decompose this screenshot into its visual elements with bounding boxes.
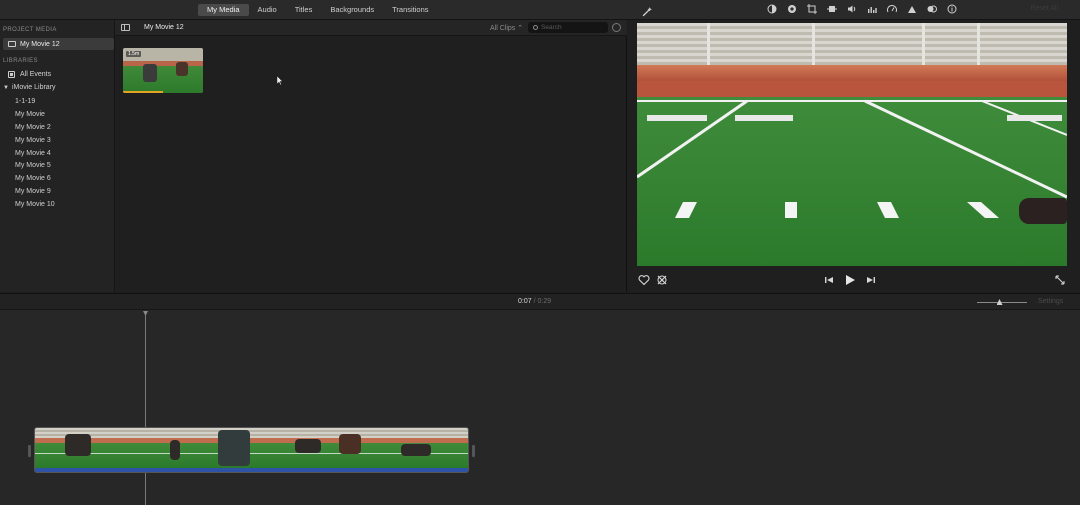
player-foot bbox=[1019, 198, 1067, 224]
tab-backgrounds[interactable]: Backgrounds bbox=[321, 4, 383, 16]
imovie-window: My Media Audio Titles Backgrounds Transi… bbox=[0, 0, 1080, 505]
magic-wand-icon[interactable] bbox=[642, 4, 653, 17]
used-in-project-marker bbox=[123, 91, 163, 93]
event-list: 1-1-19 My Movie My Movie 2 My Movie 3 My… bbox=[15, 96, 55, 212]
media-clip-thumbnail[interactable]: 1.5m bbox=[123, 48, 203, 93]
thumbnail-figure bbox=[143, 64, 157, 82]
sidebar-item-project[interactable]: My Movie 12 bbox=[3, 38, 114, 50]
zoom-slider[interactable] bbox=[977, 302, 1027, 303]
stabilization-icon[interactable] bbox=[826, 3, 837, 14]
sidebar-item-library[interactable]: ▼ iMovie Library bbox=[3, 84, 56, 91]
current-time: 0:07 bbox=[518, 298, 532, 305]
time-separator: / bbox=[533, 298, 536, 305]
tab-titles[interactable]: Titles bbox=[286, 4, 322, 16]
skip-back-icon[interactable] bbox=[823, 273, 835, 285]
sidebar-item-event[interactable]: My Movie 10 bbox=[15, 199, 55, 212]
timeline-settings-button[interactable]: Settings bbox=[1038, 298, 1063, 305]
sidebar-item-event[interactable]: My Movie 5 bbox=[15, 160, 55, 173]
reject-icon[interactable] bbox=[656, 273, 668, 285]
clip-frame bbox=[35, 428, 108, 468]
clip-filter-icon[interactable] bbox=[926, 3, 937, 14]
sidebar-toggle-icon[interactable] bbox=[121, 24, 130, 31]
timeline-video-clip[interactable] bbox=[34, 427, 469, 473]
noise-reduction-icon[interactable] bbox=[906, 3, 917, 14]
timecode-readout: 0:07 / 0:29 bbox=[518, 298, 551, 305]
video-preview[interactable] bbox=[637, 23, 1067, 266]
clip-frame bbox=[181, 428, 253, 468]
clip-frame bbox=[325, 428, 397, 468]
speed-icon[interactable] bbox=[886, 3, 897, 14]
clip-frame bbox=[253, 428, 325, 468]
fullscreen-icon[interactable] bbox=[1054, 273, 1066, 285]
crop-icon[interactable] bbox=[806, 3, 817, 14]
clips-filter-dropdown[interactable]: All Clips ⌃ bbox=[490, 24, 523, 32]
browser-settings-icon[interactable] bbox=[612, 23, 621, 32]
stadium-stands bbox=[637, 23, 1067, 65]
sidebar-item-event[interactable]: My Movie 9 bbox=[15, 186, 55, 199]
sidebar-item-event[interactable]: My Movie 6 bbox=[15, 173, 55, 186]
clip-trim-handle-right[interactable] bbox=[472, 445, 475, 457]
libraries-heading: LIBRARIES bbox=[3, 58, 38, 64]
star-icon bbox=[8, 71, 15, 78]
browser-header: My Movie 12 All Clips ⌃ bbox=[115, 20, 627, 36]
top-toolbar: My Media Audio Titles Backgrounds Transi… bbox=[0, 0, 1080, 20]
search-field[interactable] bbox=[528, 22, 608, 33]
sidebar-item-event[interactable]: 1-1-19 bbox=[15, 96, 55, 109]
skimmer-playhead[interactable] bbox=[145, 311, 146, 505]
play-button[interactable] bbox=[844, 273, 856, 285]
volume-icon[interactable] bbox=[846, 3, 857, 14]
tab-audio[interactable]: Audio bbox=[249, 4, 286, 16]
favorite-heart-icon[interactable] bbox=[638, 273, 650, 286]
color-balance-icon[interactable] bbox=[766, 3, 777, 14]
sidebar-item-event[interactable]: My Movie bbox=[15, 109, 55, 122]
clip-duration-badge: 1.5m bbox=[126, 51, 142, 57]
library-label: iMovie Library bbox=[11, 84, 56, 91]
film-icon bbox=[8, 41, 16, 47]
all-events-label: All Events bbox=[20, 71, 52, 78]
color-correction-icon[interactable] bbox=[786, 3, 797, 14]
clip-frame bbox=[397, 428, 468, 468]
thumbnail-figure bbox=[176, 62, 188, 76]
libraries-sidebar: PROJECT MEDIA My Movie 12 LIBRARIES All … bbox=[0, 20, 115, 292]
total-time: 0:29 bbox=[537, 298, 552, 305]
sidebar-item-event[interactable]: My Movie 4 bbox=[15, 148, 55, 161]
mouse-pointer-icon bbox=[277, 76, 283, 85]
media-browser: My Movie 12 All Clips ⌃ 1.5m bbox=[115, 20, 627, 292]
video-viewer bbox=[628, 20, 1080, 292]
media-tabs: My Media Audio Titles Backgrounds Transi… bbox=[198, 4, 438, 16]
audio-waveform-track[interactable] bbox=[35, 468, 468, 472]
project-media-heading: PROJECT MEDIA bbox=[3, 27, 57, 33]
equalizer-icon[interactable] bbox=[866, 3, 877, 14]
sidebar-item-all-events[interactable]: All Events bbox=[8, 71, 51, 78]
browser-title: My Movie 12 bbox=[144, 24, 184, 31]
adjustment-tools bbox=[766, 3, 957, 14]
sidebar-item-event[interactable]: My Movie 2 bbox=[15, 122, 55, 135]
clip-frame bbox=[108, 428, 181, 468]
search-input[interactable] bbox=[541, 24, 601, 31]
tab-my-media[interactable]: My Media bbox=[198, 4, 249, 16]
field-markings bbox=[637, 99, 1067, 218]
project-timeline: 0:07 / 0:29 Settings bbox=[0, 293, 1080, 505]
tab-transitions[interactable]: Transitions bbox=[383, 4, 437, 16]
sidebar-item-event[interactable]: My Movie 3 bbox=[15, 135, 55, 148]
reset-all-button[interactable]: Reset All bbox=[1030, 5, 1058, 12]
project-name: My Movie 12 bbox=[20, 40, 60, 48]
skip-forward-icon[interactable] bbox=[865, 273, 877, 285]
search-icon bbox=[533, 25, 538, 30]
timeline-header: 0:07 / 0:29 Settings bbox=[0, 294, 1080, 310]
clip-trim-handle-left[interactable] bbox=[28, 445, 31, 457]
viewer-controls bbox=[628, 270, 1080, 288]
info-icon[interactable] bbox=[946, 3, 957, 14]
disclosure-triangle-icon[interactable]: ▼ bbox=[3, 85, 9, 91]
